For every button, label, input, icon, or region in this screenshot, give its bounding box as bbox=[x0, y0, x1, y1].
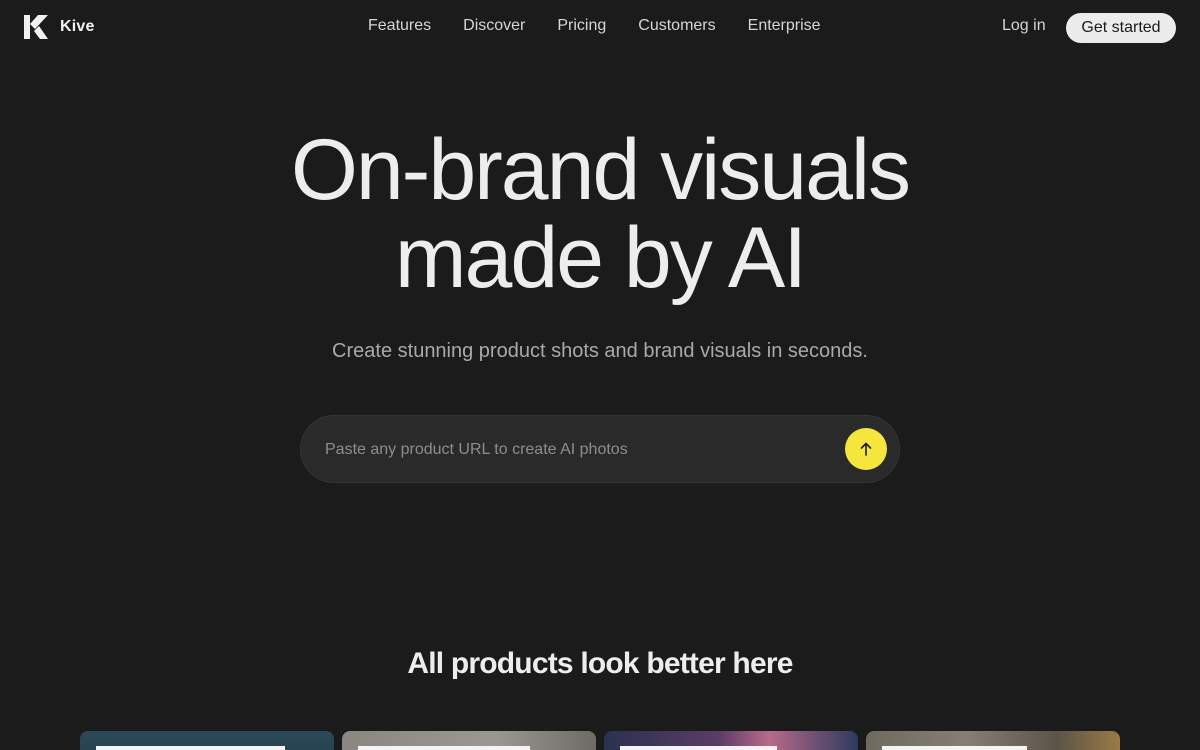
hero-subtitle: Create stunning product shots and brand … bbox=[332, 340, 868, 362]
card-image-frame bbox=[96, 746, 285, 750]
hero-title-line-1: On-brand visuals bbox=[290, 122, 911, 218]
brand-logo-link[interactable]: Kive bbox=[24, 15, 95, 39]
showcase-card[interactable] bbox=[342, 731, 596, 750]
hero-title-line-2: made by AI bbox=[394, 210, 807, 306]
card-image-frame bbox=[358, 746, 530, 750]
product-url-form bbox=[300, 415, 900, 483]
submit-url-button[interactable] bbox=[845, 428, 887, 470]
top-navigation: Kive Features Discover Pricing Customers… bbox=[0, 0, 1200, 54]
showcase-heading: All products look better here bbox=[407, 647, 793, 680]
nav-link-customers[interactable]: Customers bbox=[622, 16, 731, 36]
kive-logo-icon bbox=[24, 15, 48, 39]
showcase-cards bbox=[80, 731, 1120, 750]
product-url-input[interactable] bbox=[325, 438, 825, 462]
card-image-frame bbox=[882, 746, 1027, 750]
nav-link-pricing[interactable]: Pricing bbox=[541, 16, 622, 36]
nav-link-discover[interactable]: Discover bbox=[447, 16, 541, 36]
brand-name: Kive bbox=[60, 18, 95, 35]
main-menu: Features Discover Pricing Customers Ente… bbox=[352, 16, 837, 36]
hero-title: On-brand visuals made by AI bbox=[0, 126, 1200, 302]
get-started-button[interactable]: Get started bbox=[1066, 13, 1176, 43]
login-link[interactable]: Log in bbox=[1002, 16, 1046, 36]
arrow-up-icon bbox=[860, 442, 872, 456]
nav-link-enterprise[interactable]: Enterprise bbox=[732, 16, 837, 36]
showcase-card[interactable] bbox=[80, 731, 334, 750]
page: Kive Features Discover Pricing Customers… bbox=[0, 0, 1200, 750]
nav-link-features[interactable]: Features bbox=[352, 16, 447, 36]
card-image-frame bbox=[620, 746, 777, 750]
showcase-card[interactable] bbox=[866, 731, 1120, 750]
showcase-card[interactable] bbox=[604, 731, 858, 750]
